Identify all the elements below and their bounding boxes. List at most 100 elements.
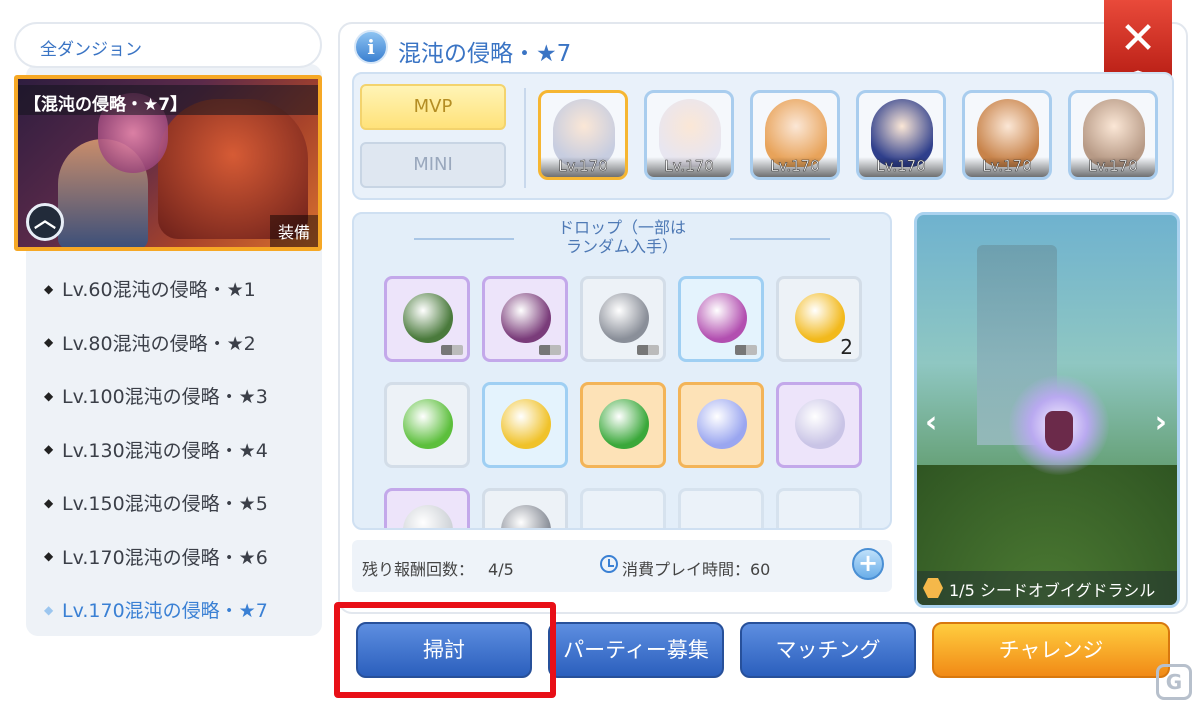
boss-portrait[interactable]: Lv.170 [856, 90, 946, 180]
equip-grade-badge [735, 345, 757, 355]
sidebar-level-item[interactable]: ◆ Lv.170混沌の侵略・★7 [44, 583, 314, 637]
sidebar-level-item[interactable]: ◆ Lv.100混沌の侵略・★3 [44, 369, 314, 423]
drop-item-slot[interactable] [384, 488, 470, 528]
boss-level: Lv.170 [647, 157, 731, 177]
drop-item-slot[interactable] [678, 382, 764, 468]
matching-button[interactable]: マッチング [740, 622, 916, 678]
item-count: 2 [840, 335, 853, 359]
diamond-bullet-icon: ◆ [44, 549, 54, 564]
drop-item-slot[interactable] [580, 382, 666, 468]
clock-icon [600, 555, 618, 573]
all-dungeon-tab[interactable]: 全ダンジョン [14, 22, 322, 68]
diamond-bullet-icon: ◆ [44, 388, 54, 403]
diamond-bullet-icon: ◆ [44, 602, 54, 617]
empty-drop-slot [580, 488, 666, 528]
boss-portrait[interactable]: Lv.170 [1068, 90, 1158, 180]
level-label: Lv.170混沌の侵略・★7 [62, 600, 268, 623]
sidebar-level-item[interactable]: ◆ Lv.150混沌の侵略・★5 [44, 476, 314, 530]
chevron-up-icon[interactable]: ︿ [26, 203, 64, 241]
chevron-left-icon[interactable]: ‹ [925, 405, 937, 440]
playtime-label: 消費プレイ時間：60 [622, 560, 771, 579]
tab-mini[interactable]: MINI [360, 142, 506, 188]
staff-icon [501, 293, 551, 343]
silver-crystal-icon [403, 505, 453, 528]
strip-divider [524, 88, 526, 188]
header-ornament-left [414, 238, 514, 240]
level-label: Lv.100混沌の侵略・★3 [62, 386, 268, 409]
header-ornament-right [730, 238, 830, 240]
remaining-rewards: 残り報酬回数： 4/5 [362, 556, 514, 580]
dungeon-level-list: ◆ Lv.60混沌の侵略・★1 ◆ Lv.80混沌の侵略・★2 ◆ Lv.100混沌の侵略… [44, 262, 314, 637]
boss-level: Lv.170 [859, 157, 943, 177]
drop-item-slot[interactable] [482, 276, 568, 362]
highlight-box [334, 602, 556, 698]
wand-icon [697, 293, 747, 343]
sidebar-level-item[interactable]: ◆ Lv.80混沌の侵略・★2 [44, 316, 314, 370]
card-title: 【混沌の侵略・★7】 [18, 85, 318, 115]
level-label: Lv.130混沌の侵略・★4 [62, 439, 268, 462]
diamond-bullet-icon: ◆ [44, 335, 54, 350]
wing-card-icon [697, 399, 747, 449]
drops-panel: ドロップ（一部は ランダム入手） 2 [352, 212, 892, 530]
crystal-icon [795, 399, 845, 449]
empty-drop-slot [678, 488, 764, 528]
drop-item-slot[interactable]: 2 [776, 276, 862, 362]
equip-grade-badge [539, 345, 561, 355]
z-coin-icon [501, 505, 551, 528]
level-label: Lv.170混沌の侵略・★6 [62, 546, 268, 569]
sidebar-level-item[interactable]: ◆ Lv.130混沌の侵略・★4 [44, 423, 314, 477]
map-hex-icon [923, 578, 943, 598]
info-icon[interactable]: i [354, 30, 388, 64]
sidebar-level-item[interactable]: ◆ Lv.170混沌の侵略・★6 [44, 530, 314, 584]
green-capsule-icon [599, 399, 649, 449]
equip-grade-badge [441, 345, 463, 355]
boss-portrait[interactable]: Lv.170 [644, 90, 734, 180]
wrench-icon [599, 293, 649, 343]
potion-vase-icon [501, 399, 551, 449]
diamond-bullet-icon: ◆ [44, 495, 54, 510]
level-label: Lv.150混沌の侵略・★5 [62, 493, 268, 516]
level-label: Lv.60混沌の侵略・★1 [62, 279, 256, 302]
drop-item-slot[interactable] [384, 276, 470, 362]
boss-portrait[interactable]: Lv.170 [962, 90, 1052, 180]
diamond-bullet-icon: ◆ [44, 442, 54, 457]
boss-level: Lv.170 [541, 157, 625, 177]
card-equip-label: 装備 [269, 215, 318, 247]
coin-icon [795, 293, 845, 343]
challenge-button[interactable]: チャレンジ [932, 622, 1170, 678]
equip-grade-badge [637, 345, 659, 355]
watermark-logo: G [1156, 664, 1192, 700]
drop-item-slot[interactable] [482, 382, 568, 468]
drop-item-slot[interactable] [580, 276, 666, 362]
boss-level: Lv.170 [1071, 157, 1155, 177]
boss-portrait[interactable]: Lv.170 [750, 90, 840, 180]
dungeon-title: 混沌の侵略・★7 [398, 41, 572, 67]
boss-level: Lv.170 [965, 157, 1049, 177]
drop-item-slot[interactable] [776, 382, 862, 468]
add-rewards-button[interactable]: + [852, 548, 884, 580]
empty-drop-slot [776, 488, 862, 528]
tab-mvp[interactable]: MVP [360, 84, 506, 130]
map-caption-text: 1/5 シードオブイグドラシル [949, 581, 1156, 600]
selected-dungeon-card[interactable]: 【混沌の侵略・★7】 ︿ 装備 [14, 75, 322, 251]
preview-gem [1045, 411, 1073, 451]
whip-icon [403, 293, 453, 343]
chevron-right-icon[interactable]: › [1155, 405, 1167, 440]
drop-item-slot[interactable] [384, 382, 470, 468]
map-caption: 1/5 シードオブイグドラシル [917, 571, 1177, 605]
party-recruit-button[interactable]: パーティー募集 [548, 622, 724, 678]
remaining-value: 4/5 [488, 560, 514, 579]
map-preview: ‹ › 1/5 シードオブイグドラシル [914, 212, 1180, 608]
drop-item-slot[interactable] [482, 488, 568, 528]
drops-header-line1: ドロップ（一部は [557, 218, 686, 237]
level-label: Lv.80混沌の侵略・★2 [62, 332, 256, 355]
diamond-bullet-icon: ◆ [44, 281, 54, 296]
close-button[interactable]: ✕ [1104, 0, 1172, 82]
sidebar-level-item[interactable]: ◆ Lv.60混沌の侵略・★1 [44, 262, 314, 316]
green-orb-icon [403, 399, 453, 449]
remaining-label: 残り報酬回数： [362, 560, 475, 579]
drops-header: ドロップ（一部は ランダム入手） [354, 214, 890, 258]
drop-item-slot[interactable] [678, 276, 764, 362]
boss-portrait[interactable]: Lv.170 [538, 90, 628, 180]
boss-level: Lv.170 [753, 157, 837, 177]
